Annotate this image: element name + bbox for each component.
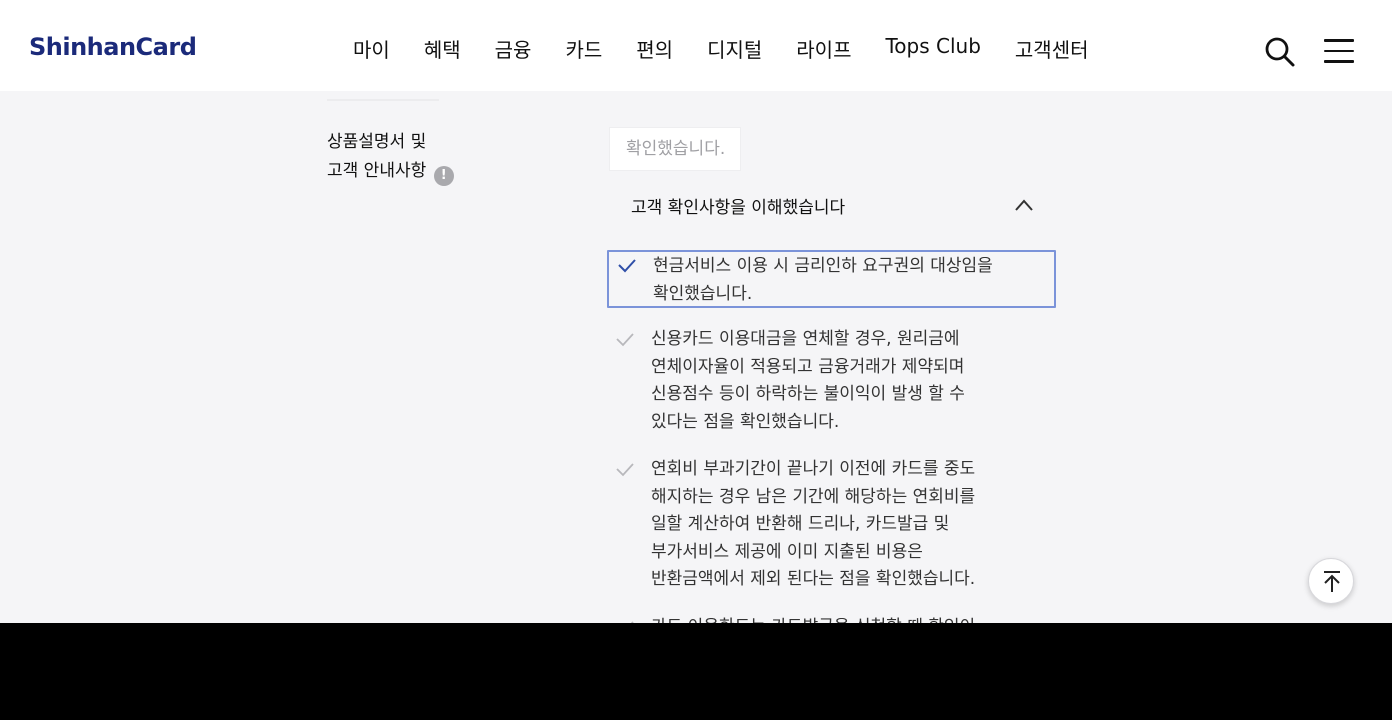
search-button[interactable]: [1264, 36, 1296, 68]
checkmark-icon: [618, 259, 636, 273]
divider: [327, 99, 439, 101]
confirmed-chip: 확인했습니다.: [609, 127, 741, 171]
checkmark-icon: [616, 333, 634, 347]
hamburger-icon-line: [1324, 60, 1354, 63]
section-label-line2: 고객 안내사항 !: [327, 157, 454, 186]
info-icon[interactable]: !: [433, 166, 454, 186]
check-item-overdue[interactable]: 신용카드 이용대금을 연체할 경우, 원리금에 연체이자율이 적용되고 금융거래…: [607, 326, 1056, 438]
nav-cards[interactable]: 카드: [565, 34, 602, 63]
check-item-text: 현금서비스 이용 시 금리인하 요구권의 대상임을 확인했습니다.: [653, 256, 993, 304]
arrow-up-icon: [1324, 571, 1340, 592]
shinhan-card-logo[interactable]: ShinhanCard: [29, 33, 197, 61]
nav-convenience[interactable]: 편의: [636, 34, 673, 63]
checkmark-icon: [630, 621, 634, 623]
nav-digital[interactable]: 디지털: [707, 34, 762, 63]
check-item-text: 연회비 부과기간이 끝나기 이전에 카드를 중도 해지하는 경우 남은 기간에 …: [651, 459, 976, 589]
menu-button[interactable]: [1324, 39, 1354, 65]
check-item-text: 신용카드 이용대금을 연체할 경우, 원리금에 연체이자율이 적용되고 금융거래…: [651, 329, 965, 432]
site-header: ShinhanCard 마이 혜택 금융 카드 편의 디지털 라이프 Tops …: [0, 0, 1392, 91]
check-item-annual-fee[interactable]: 연회비 부과기간이 끝나기 이전에 카드를 중도 해지하는 경우 남은 기간에 …: [607, 456, 1056, 596]
scroll-to-top-button[interactable]: [1308, 558, 1354, 604]
main-nav: 마이 혜택 금융 카드 편의 디지털 라이프 Tops Club 고객센터: [353, 34, 1123, 63]
checkmark-icon: [616, 463, 634, 477]
nav-life[interactable]: 라이프: [796, 34, 851, 63]
section-label: 상품설명서 및 고객 안내사항 !: [327, 128, 454, 186]
logo-text: ShinhanCard: [29, 33, 197, 61]
search-icon: [1265, 37, 1295, 67]
hamburger-icon: [1324, 39, 1354, 42]
section-label-line1: 상품설명서 및: [327, 132, 427, 152]
nav-benefits[interactable]: 혜택: [424, 34, 461, 63]
nav-my[interactable]: 마이: [353, 34, 390, 63]
nav-customer-center[interactable]: 고객센터: [1015, 34, 1089, 63]
chevron-up-icon[interactable]: [1014, 198, 1034, 212]
section-label-text: 고객 안내사항: [327, 161, 427, 181]
nav-finance[interactable]: 금융: [495, 34, 532, 63]
hamburger-icon-line: [1324, 49, 1354, 52]
check-item-interest-rate[interactable]: 현금서비스 이용 시 금리인하 요구권의 대상임을 확인했습니다.: [607, 250, 1056, 308]
check-item-text: 카드 이용한도는 카드발급을 신청할 때 확인이: [651, 614, 975, 623]
check-item-credit-limit[interactable]: 카드 이용한도는 카드발급을 신청할 때 확인이: [607, 614, 1056, 623]
page-viewport: ShinhanCard 마이 혜택 금융 카드 편의 디지털 라이프 Tops …: [0, 0, 1392, 623]
accordion-header[interactable]: 고객 확인사항을 이해했습니다: [631, 193, 1041, 219]
nav-tops-club[interactable]: Tops Club: [885, 34, 980, 63]
